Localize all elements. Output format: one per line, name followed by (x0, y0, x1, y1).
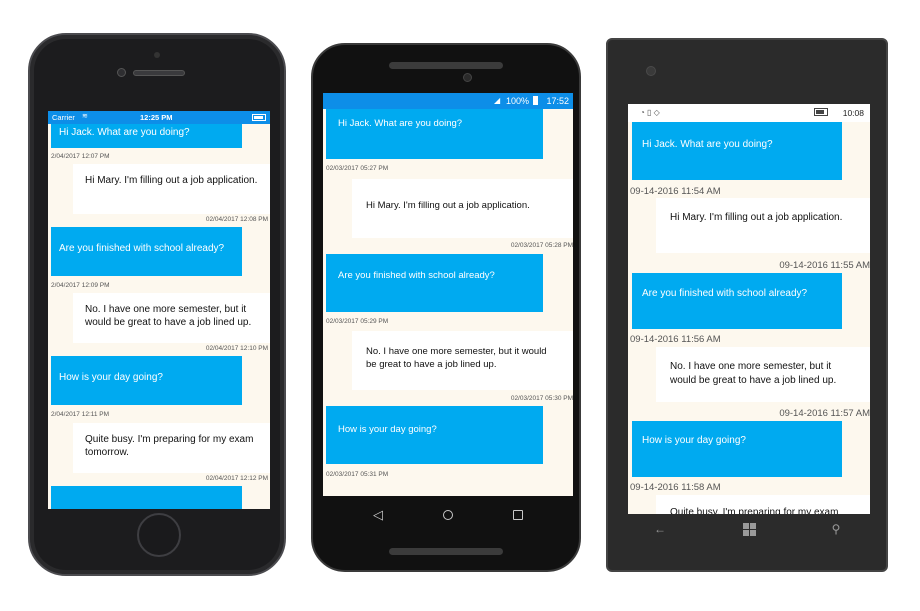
camera-icon (117, 68, 126, 77)
chat-list[interactable]: Hi Jack. What are you doing? 2/04/2017 1… (48, 124, 270, 509)
message-bubble-incoming: Hi Jack. What are you doing? (632, 122, 842, 180)
message-timestamp: 09-14-2016 11:58 AM (630, 482, 721, 493)
android-nav-bar: ◁ (323, 496, 573, 534)
message-timestamp: 2/04/2017 12:11 PM (51, 411, 110, 418)
message-timestamp: 2/04/2017 12:09 PM (51, 282, 110, 289)
android-screen: ◢ 100% 17:52 Hi Jack. What are you doing… (323, 93, 573, 496)
message-timestamp: 2/04/2017 12:07 PM (51, 153, 110, 160)
signal-icon: ◢ (494, 96, 501, 105)
message-bubble-incoming: Are you finished with school already? (632, 273, 842, 329)
message-bubble-outgoing: Hi Mary. I'm filling out a job applicati… (73, 164, 270, 214)
iphone-device: Carrier ≋ 12:25 PM Hi Jack. What are you… (28, 33, 286, 576)
speaker-grille (389, 548, 503, 555)
android-device: ◢ 100% 17:52 Hi Jack. What are you doing… (311, 43, 581, 572)
message-timestamp: 02/04/2017 12:10 PM (205, 345, 268, 352)
carrier-label: Carrier (52, 113, 75, 122)
battery-icon (814, 108, 828, 116)
message-bubble-incoming: Hi Jack. What are you doing? (326, 109, 543, 159)
chat-list[interactable]: Hi Jack. What are you doing? 09-14-2016 … (628, 122, 870, 514)
message-bubble-outgoing: No. I have one more semester, but it wou… (73, 293, 270, 343)
message-timestamp: 09-14-2016 11:55 AM (779, 260, 870, 271)
message-timestamp: 02/03/2017 05:28 PM (510, 242, 573, 249)
status-bar: ◔ ▯ ◇ 10:08 (628, 104, 870, 122)
message-bubble-incoming: Hi Jack. What are you doing? (51, 124, 242, 148)
windows-logo-icon[interactable] (741, 521, 757, 537)
message-bubble-incoming: Are you finished with school already? (51, 227, 242, 276)
battery-icon (533, 96, 538, 105)
message-bubble-incoming: Are you finished with school already? (326, 254, 543, 312)
message-bubble-outgoing: Quite busy. I'm preparing for my exam (656, 495, 870, 514)
message-bubble-incoming (51, 486, 242, 509)
wifi-icon: ≋ (82, 113, 88, 120)
message-timestamp: 02/03/2017 05:30 PM (510, 395, 573, 402)
status-time: 12:25 PM (140, 113, 173, 122)
message-bubble-outgoing: Hi Mary. I'm filling out a job applicati… (352, 179, 573, 238)
message-timestamp: 02/03/2017 05:27 PM (326, 165, 389, 172)
message-timestamp: 02/03/2017 05:29 PM (326, 318, 389, 325)
message-bubble-outgoing: No. I have one more semester, but it wou… (352, 331, 573, 390)
message-timestamp: 02/04/2017 12:08 PM (205, 216, 268, 223)
front-camera-icon (154, 52, 160, 58)
speaker-grille (133, 70, 185, 76)
message-timestamp: 09-14-2016 11:56 AM (630, 334, 721, 345)
message-bubble-outgoing: Hi Mary. I'm filling out a job applicati… (656, 198, 870, 253)
battery-percent: 100% (506, 96, 530, 106)
message-timestamp: 09-14-2016 11:57 AM (779, 408, 870, 419)
message-timestamp: 02/03/2017 05:31 PM (326, 471, 389, 478)
windows-phone-device: ◔ ▯ ◇ 10:08 Hi Jack. What are you doing?… (606, 38, 888, 572)
iphone-screen: Carrier ≋ 12:25 PM Hi Jack. What are you… (48, 111, 270, 509)
speaker-grille (389, 62, 503, 69)
back-icon[interactable]: ◁ (369, 506, 387, 524)
search-icon[interactable]: ⚲ (828, 521, 844, 537)
recent-apps-icon[interactable] (509, 506, 527, 524)
windows-nav-bar: ← ⚲ (628, 514, 870, 544)
message-timestamp: 09-14-2016 11:54 AM (630, 186, 721, 197)
windows-phone-screen: ◔ ▯ ◇ 10:08 Hi Jack. What are you doing?… (628, 104, 870, 514)
back-arrow-icon[interactable]: ← (652, 521, 668, 537)
status-time: 17:52 (546, 96, 569, 106)
status-bar: Carrier ≋ 12:25 PM (48, 111, 270, 124)
home-button[interactable] (137, 513, 181, 557)
message-bubble-outgoing: Quite busy. I'm preparing for my exam to… (73, 423, 270, 473)
camera-icon (646, 66, 656, 76)
status-time: 10:08 (842, 108, 864, 118)
message-bubble-incoming: How is your day going? (326, 406, 543, 464)
signal-icon: ◔ ▯ ◇ (640, 108, 660, 117)
battery-icon (252, 114, 266, 121)
chat-list[interactable]: Hi Jack. What are you doing? 02/03/2017 … (323, 109, 573, 496)
status-bar: ◢ 100% 17:52 (323, 93, 573, 109)
message-bubble-outgoing: No. I have one more semester, but it wou… (656, 347, 870, 402)
message-bubble-incoming: How is your day going? (51, 356, 242, 405)
home-icon[interactable] (439, 506, 457, 524)
message-bubble-incoming: How is your day going? (632, 421, 842, 477)
camera-icon (463, 73, 472, 82)
message-timestamp: 02/04/2017 12:12 PM (205, 475, 268, 482)
